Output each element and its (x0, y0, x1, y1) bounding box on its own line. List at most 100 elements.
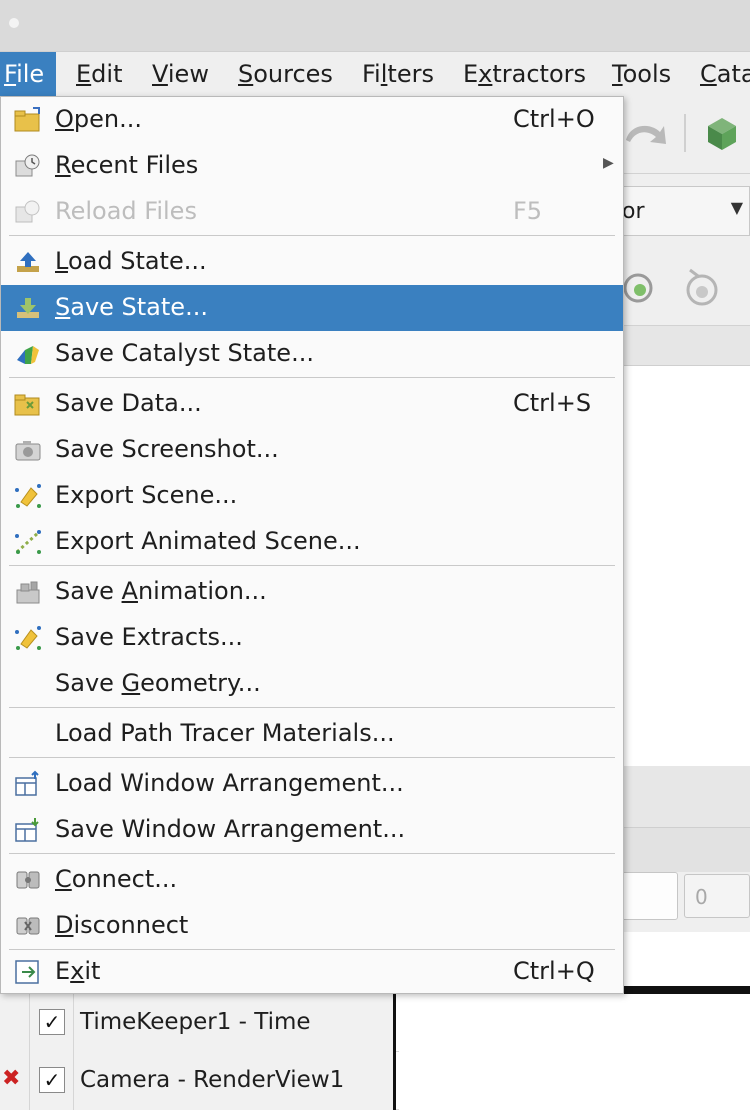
table-row[interactable]: ✓ TimeKeeper1 - Time (0, 994, 750, 1052)
connect-mnemonic: C (55, 865, 72, 893)
menu-filters-label-pre: Fi (362, 60, 381, 88)
menu-item-save-catalyst-state[interactable]: Save Catalyst State... (1, 331, 623, 377)
menu-item-disconnect[interactable]: Disconnect (1, 903, 623, 949)
menu-catalyst-label: ata (716, 60, 750, 88)
menu-item-reload-files[interactable]: Reload Files F5 (1, 189, 623, 235)
disconnect-icon (16, 917, 40, 935)
window-control-icon[interactable] (9, 18, 19, 28)
cube-icon[interactable] (700, 110, 744, 154)
menu-item-save-window-arrangement[interactable]: Save Window Arrangement... (1, 807, 623, 853)
menu-separator (9, 565, 615, 566)
screenshot-icon (15, 441, 41, 461)
time-index-field[interactable]: 0 (684, 874, 750, 918)
save-animation-label-pre: Save (55, 577, 122, 605)
camera-rotate-icon[interactable] (622, 264, 662, 308)
pipeline-panel (622, 366, 750, 766)
menu-item-load-state[interactable]: Load State... (1, 239, 623, 285)
row-label-cell: TimeKeeper1 - Time (74, 994, 396, 1052)
menu-file[interactable]: File (0, 52, 56, 96)
paraview-window: File Edit View Sources Filters Extractor… (0, 0, 750, 1110)
export-scene-label: Export Scene... (55, 481, 238, 509)
menu-edit-label: dit (91, 60, 123, 88)
save-window-arrangement-icon (15, 818, 39, 842)
menu-tools[interactable]: Tools (612, 52, 671, 96)
menu-item-save-geometry[interactable]: Save Geometry... (1, 661, 623, 707)
recent-files-icon (15, 154, 40, 177)
menu-item-save-state[interactable]: Save State... (1, 285, 623, 331)
row-check-cell: ✓ (30, 1052, 74, 1110)
reload-files-shortcut: F5 (513, 197, 543, 225)
menu-catalyst[interactable]: Cata (700, 52, 750, 96)
save-state-mnemonic: S (55, 293, 71, 321)
menu-item-open[interactable]: Open... Ctrl+O (1, 97, 623, 143)
menu-view-label: iew (167, 60, 209, 88)
menu-extractors-label: tractors (492, 60, 587, 88)
menu-view[interactable]: View (152, 52, 209, 96)
panel-divider (622, 766, 750, 828)
menu-filters[interactable]: Filters (362, 52, 434, 96)
disconnect-label: isconnect (73, 911, 189, 939)
menu-edit-mnemonic: E (76, 60, 92, 88)
save-data-label: Save Data... (55, 389, 202, 417)
menu-item-load-window-arrangement[interactable]: Load Window Arrangement... (1, 761, 623, 807)
exit-shortcut: Ctrl+Q (513, 957, 595, 985)
menu-item-export-scene[interactable]: Export Scene... (1, 473, 623, 519)
menu-item-recent-files[interactable]: Recent Files ▶ (1, 143, 623, 189)
chevron-down-icon: ▼ (730, 198, 743, 217)
menu-edit[interactable]: Edit (76, 52, 122, 96)
animation-tracks-table: ✓ TimeKeeper1 - Time ✖ ✓ Camera - Render… (0, 994, 750, 1110)
menu-sources[interactable]: Sources (238, 52, 333, 96)
disconnect-mnemonic: D (55, 911, 74, 939)
row-remove-cell (0, 994, 30, 1052)
reload-files-icon (15, 200, 40, 223)
row-timeline-cell[interactable] (399, 994, 750, 1052)
remove-track-icon[interactable]: ✖ (2, 1066, 20, 1091)
track-enabled-checkbox[interactable]: ✓ (39, 1009, 65, 1035)
panel-header (622, 326, 750, 366)
open-mnemonic: O (55, 105, 74, 133)
menu-item-load-path-tracer-materials[interactable]: Load Path Tracer Materials... (1, 711, 623, 757)
camera-toolbar (622, 250, 750, 326)
camera-roll-icon[interactable] (680, 262, 724, 310)
menu-item-save-animation[interactable]: Save Animation... (1, 569, 623, 615)
save-screenshot-label: Save Screenshot... (55, 435, 279, 463)
menu-item-connect[interactable]: Connect... (1, 857, 623, 903)
exit-icon (15, 960, 39, 984)
open-label: pen... (73, 105, 142, 133)
save-data-icon (14, 394, 40, 416)
menu-file-mnemonic: F (4, 60, 17, 88)
recent-files-label: ecent Files (70, 151, 199, 179)
menu-item-save-screenshot[interactable]: Save Screenshot... (1, 427, 623, 473)
exit-label-pre: E (55, 957, 71, 985)
menu-bar: File Edit View Sources Filters Extractor… (0, 52, 750, 96)
save-geometry-label-pre: Save (55, 669, 122, 697)
reload-files-label: Reload Files (55, 197, 197, 225)
save-catalyst-state-label: Save Catalyst State... (55, 339, 314, 367)
file-menu-dropdown: Open... Ctrl+O Recent Files ▶ Reload Fil… (0, 96, 624, 994)
menu-tools-mnemonic: T (612, 60, 623, 88)
load-window-arrangement-label: Load Window Arrangement... (55, 769, 404, 797)
representation-combobox[interactable]: or ▼ (622, 186, 750, 236)
view-area (622, 932, 750, 988)
menu-extractors[interactable]: Extractors (463, 52, 586, 96)
row-check-cell: ✓ (30, 994, 74, 1052)
redo-icon[interactable] (622, 112, 670, 152)
menu-sources-label: ources (253, 60, 333, 88)
menu-sources-mnemonic: S (238, 60, 254, 88)
track-label: TimeKeeper1 - Time (80, 1009, 311, 1035)
menu-item-export-animated-scene[interactable]: Export Animated Scene... (1, 519, 623, 565)
toolbar-separator (684, 114, 686, 152)
load-path-tracer-materials-label: Load Path Tracer Materials... (55, 719, 395, 747)
load-state-label: oad State... (67, 247, 207, 275)
menu-item-exit[interactable]: Exit Ctrl+Q (1, 949, 623, 995)
row-remove-cell: ✖ (0, 1052, 30, 1110)
menu-item-save-data[interactable]: Save Data... Ctrl+S (1, 381, 623, 427)
save-animation-icon (16, 581, 40, 604)
track-enabled-checkbox[interactable]: ✓ (39, 1067, 65, 1093)
menu-separator (9, 707, 615, 708)
menu-item-save-extracts[interactable]: Save Extracts... (1, 615, 623, 661)
table-row[interactable]: ✖ ✓ Camera - RenderView1 (0, 1052, 750, 1110)
menu-separator (9, 377, 615, 378)
row-timeline-cell[interactable] (399, 1052, 750, 1110)
load-state-icon (17, 252, 39, 272)
